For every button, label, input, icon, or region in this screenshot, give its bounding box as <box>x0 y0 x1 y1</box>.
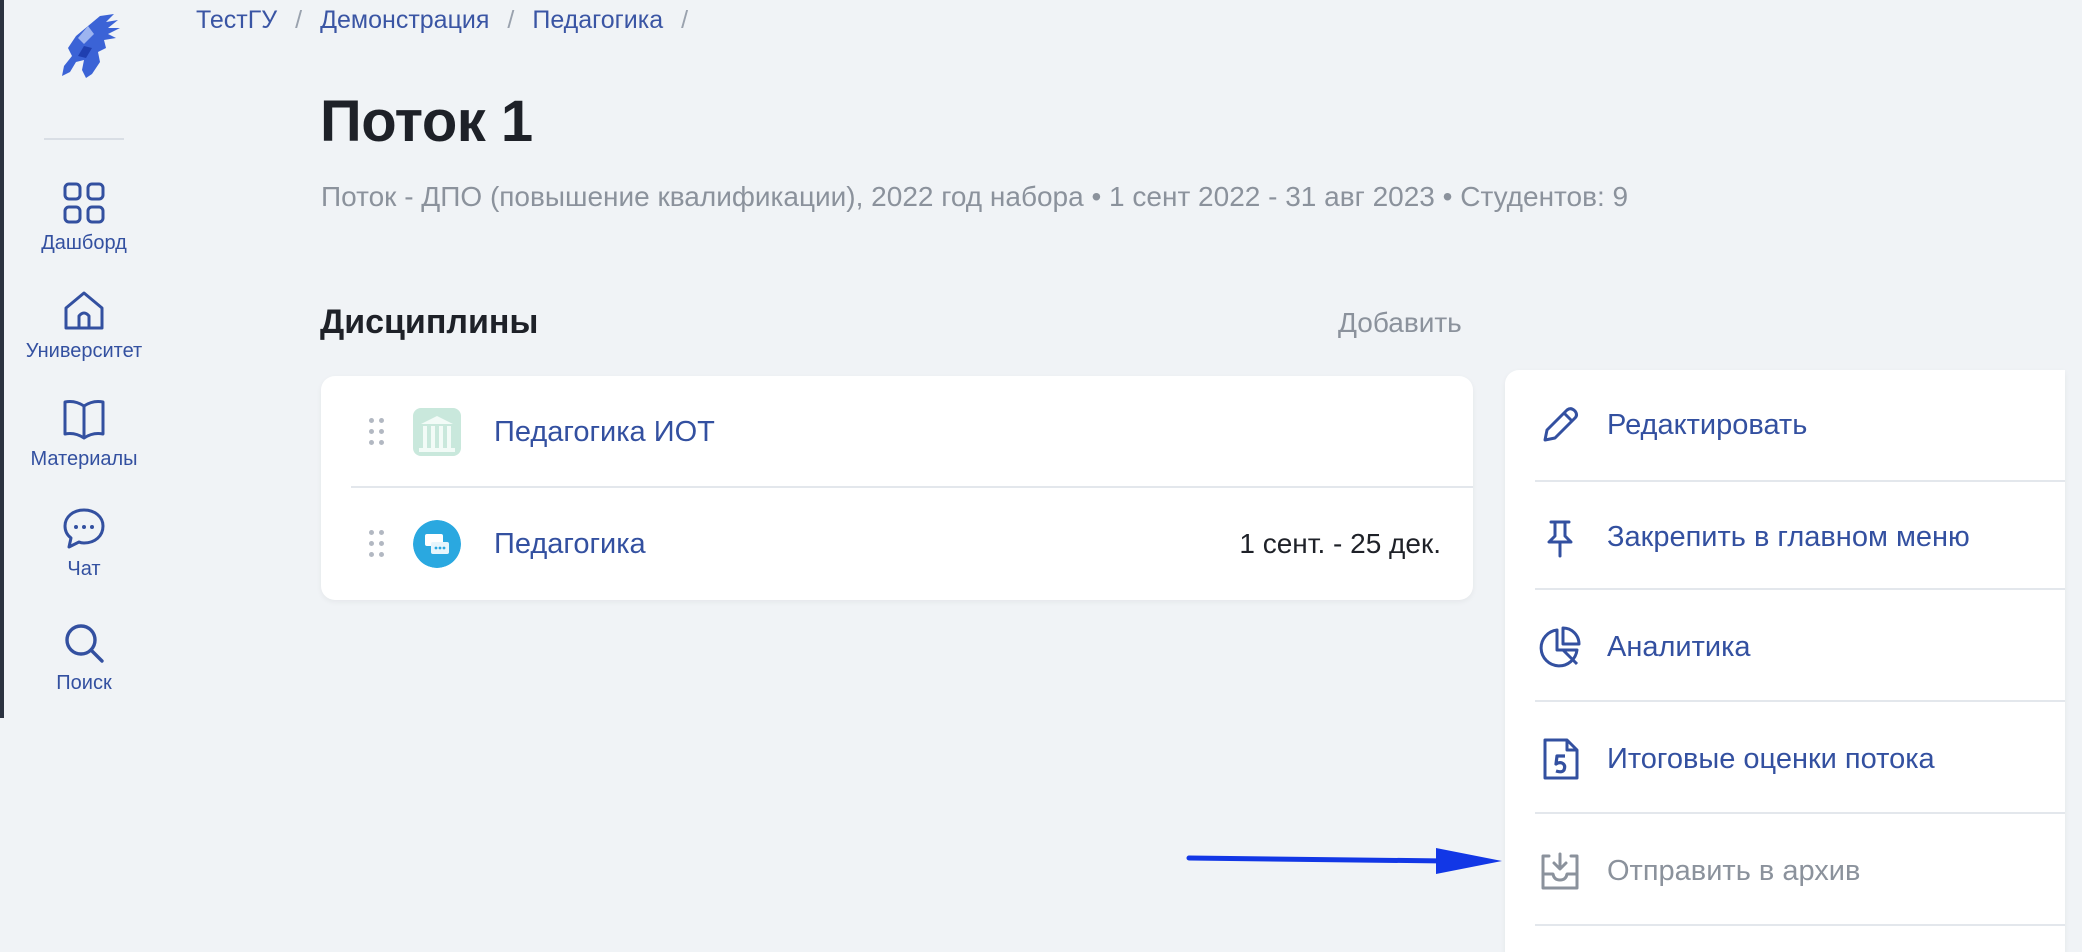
list-item[interactable]: Педагогика 1 сент. - 25 дек. <box>321 488 1473 600</box>
grade-document-icon <box>1543 738 1579 780</box>
sidebar-item-chat[interactable]: Чат <box>4 506 164 581</box>
warrior-head-logo[interactable] <box>48 12 122 80</box>
discipline-name[interactable]: Педагогика ИОТ <box>494 416 715 449</box>
chat-bubble-thumbnail <box>413 520 461 568</box>
add-discipline-button[interactable]: Добавить <box>1338 307 1462 339</box>
action-divider <box>1535 588 2065 590</box>
building-thumbnail <box>413 408 461 456</box>
annotation-arrow-icon <box>1186 848 1502 874</box>
action-label: Итоговые оценки потока <box>1607 742 1935 775</box>
breadcrumb-separator: / <box>507 6 515 34</box>
breadcrumb-separator: / <box>681 6 689 34</box>
breadcrumb-link[interactable]: Педагогика <box>532 6 663 35</box>
final-grades-button[interactable]: Итоговые оценки потока <box>1505 704 2065 814</box>
discipline-name[interactable]: Педагогика <box>494 528 646 561</box>
action-label: Закрепить в главном меню <box>1607 520 1970 553</box>
archive-icon <box>1541 852 1579 890</box>
action-divider <box>1535 924 2065 926</box>
sidebar-divider <box>44 138 124 140</box>
breadcrumb-link[interactable]: ТестГУ <box>196 6 277 35</box>
action-divider <box>1535 812 2065 814</box>
sidebar-item-university[interactable]: Университет <box>4 288 164 363</box>
archive-button[interactable]: Отправить в архив <box>1505 816 2065 926</box>
chat-icon <box>63 508 105 549</box>
grid-icon <box>63 182 105 224</box>
action-label: Отправить в архив <box>1607 854 1861 887</box>
book-icon <box>63 400 105 440</box>
breadcrumb-link[interactable]: Демонстрация <box>320 6 489 35</box>
pencil-icon <box>1543 407 1578 442</box>
sidebar-item-label: Поиск <box>56 672 112 694</box>
analytics-button[interactable]: Аналитика <box>1505 592 2065 702</box>
sidebar-item-label: Дашборд <box>41 232 127 254</box>
list-item[interactable]: Педагогика ИОТ <box>321 376 1473 488</box>
sidebar-item-label: Материалы <box>30 448 138 470</box>
sidebar-item-dashboard[interactable]: Дашборд <box>4 180 164 255</box>
sidebar: Дашборд Университет Материалы Чат Поиск <box>4 0 164 718</box>
sidebar-item-search[interactable]: Поиск <box>4 620 164 695</box>
page-title: Поток 1 <box>320 89 533 154</box>
edit-button[interactable]: Редактировать <box>1505 370 2065 480</box>
discipline-dates: 1 сент. - 25 дек. <box>1239 528 1441 559</box>
disciplines-list: Педагогика ИОТ Педагогика 1 сент. - 25 д… <box>321 376 1473 600</box>
sidebar-item-materials[interactable]: Материалы <box>4 396 164 471</box>
breadcrumb: ТестГУ / Демонстрация / Педагогика / <box>196 6 706 35</box>
pin-to-menu-button[interactable]: Закрепить в главном меню <box>1505 482 2065 592</box>
page: Дашборд Университет Материалы Чат Поиск … <box>0 0 2082 952</box>
page-subtitle: Поток - ДПО (повышение квалификации), 20… <box>321 181 1629 212</box>
breadcrumb-separator: / <box>295 6 303 34</box>
drag-handle-icon[interactable] <box>369 418 385 446</box>
disciplines-title: Дисциплины <box>320 303 539 341</box>
action-divider <box>1535 700 2065 702</box>
sidebar-item-label: Чат <box>67 558 101 580</box>
search-icon <box>65 624 104 663</box>
home-icon <box>64 291 104 330</box>
action-label: Аналитика <box>1607 630 1751 663</box>
pie-chart-icon <box>1539 626 1581 668</box>
actions-menu: Редактировать Закрепить в главном меню А… <box>1505 370 2065 952</box>
action-label: Редактировать <box>1607 408 1808 441</box>
drag-handle-icon[interactable] <box>369 530 385 558</box>
pin-icon <box>1547 520 1573 558</box>
sidebar-item-label: Университет <box>25 340 143 362</box>
